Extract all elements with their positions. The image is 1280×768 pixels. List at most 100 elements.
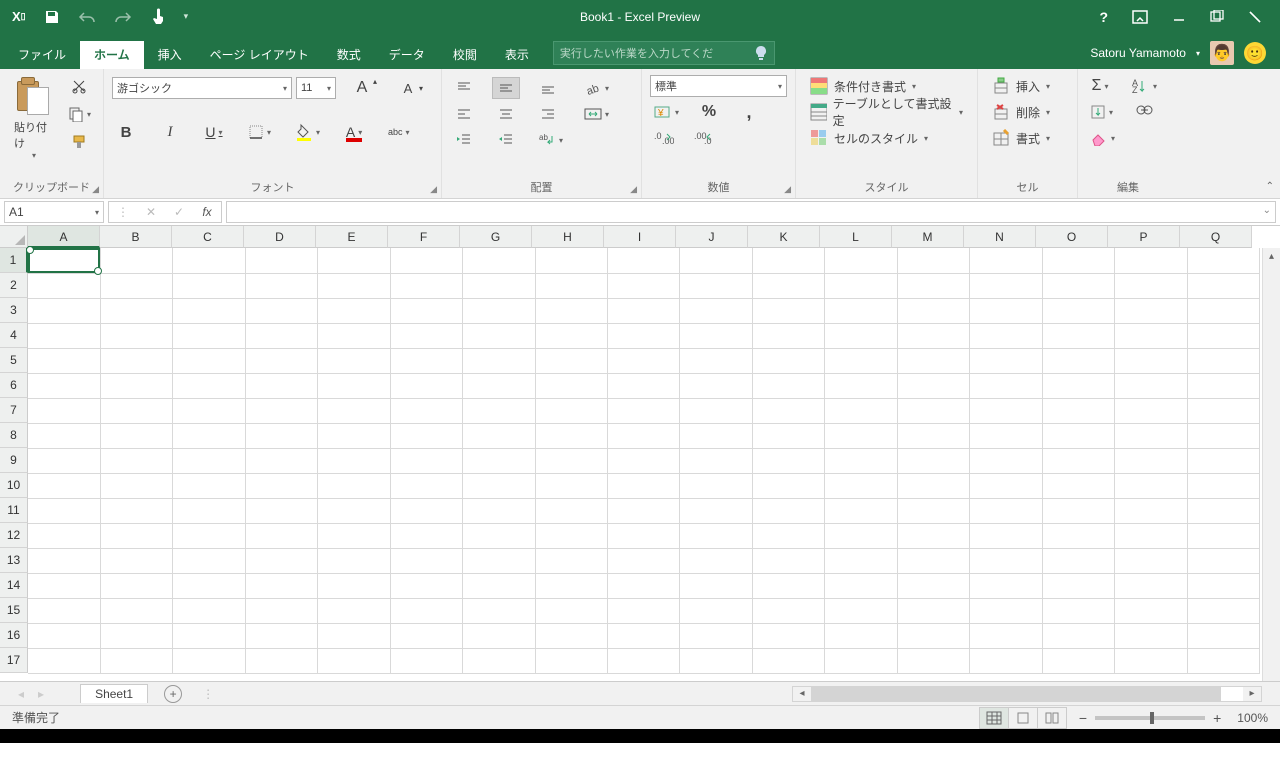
cell[interactable] (100, 523, 172, 548)
cell[interactable] (897, 548, 969, 573)
orientation-button[interactable]: ab (580, 77, 613, 99)
cell[interactable] (100, 298, 172, 323)
cell[interactable] (1187, 448, 1260, 473)
cell[interactable] (390, 273, 462, 298)
sheet-nav-prev-icon[interactable]: ◂ (18, 687, 24, 701)
underline-button[interactable]: U (200, 121, 228, 143)
cell[interactable] (318, 273, 390, 298)
cell[interactable] (608, 523, 680, 548)
merge-center-button[interactable] (580, 103, 613, 125)
cell[interactable] (1115, 473, 1187, 498)
cell[interactable] (173, 323, 245, 348)
row-header[interactable]: 11 (0, 498, 28, 523)
cell[interactable] (245, 298, 317, 323)
cell[interactable] (245, 373, 317, 398)
cell[interactable] (245, 448, 317, 473)
copy-button[interactable] (64, 103, 95, 125)
cell[interactable] (680, 323, 752, 348)
cell[interactable] (1042, 598, 1114, 623)
normal-view-button[interactable] (979, 707, 1009, 729)
column-header[interactable]: C (172, 226, 244, 248)
cell[interactable] (463, 373, 535, 398)
cell[interactable] (1042, 448, 1114, 473)
enter-icon[interactable]: ✓ (165, 202, 193, 222)
cell[interactable] (1042, 548, 1114, 573)
cell[interactable] (1187, 498, 1260, 523)
cell[interactable] (1042, 473, 1114, 498)
cell[interactable] (1115, 498, 1187, 523)
cell[interactable] (535, 548, 607, 573)
cell[interactable] (752, 373, 824, 398)
cell[interactable] (1042, 298, 1114, 323)
cell[interactable] (173, 598, 245, 623)
cell[interactable] (28, 473, 100, 498)
cell[interactable] (245, 273, 317, 298)
row-header[interactable]: 1 (0, 248, 28, 273)
cell[interactable] (173, 523, 245, 548)
cell[interactable] (680, 348, 752, 373)
cell[interactable] (1187, 248, 1260, 273)
autosum-button[interactable]: Σ (1086, 75, 1114, 97)
decrease-decimal-button[interactable]: .00.0 (690, 127, 718, 149)
cell[interactable] (245, 398, 317, 423)
cell[interactable] (100, 248, 172, 273)
cell[interactable] (463, 598, 535, 623)
cell[interactable] (535, 273, 607, 298)
qat-customize-icon[interactable]: ▾ (184, 11, 189, 22)
cell[interactable] (897, 348, 969, 373)
cell[interactable] (752, 473, 824, 498)
cell[interactable] (100, 573, 172, 598)
column-header[interactable]: N (964, 226, 1036, 248)
sort-filter-button[interactable]: AZ (1128, 75, 1161, 97)
cell[interactable] (752, 323, 824, 348)
cell[interactable] (28, 298, 100, 323)
cell[interactable] (608, 423, 680, 448)
cell[interactable] (752, 298, 824, 323)
cell[interactable] (28, 648, 100, 673)
cell[interactable] (752, 598, 824, 623)
cell[interactable] (825, 448, 897, 473)
cell[interactable] (825, 298, 897, 323)
font-color-button[interactable]: A (340, 121, 368, 143)
cell[interactable] (1115, 648, 1187, 673)
cell[interactable] (608, 598, 680, 623)
cell[interactable] (463, 348, 535, 373)
row-header[interactable]: 8 (0, 423, 28, 448)
cell[interactable] (390, 398, 462, 423)
cell[interactable] (245, 248, 317, 273)
cell[interactable] (390, 448, 462, 473)
cell[interactable] (1042, 498, 1114, 523)
cell[interactable] (1187, 623, 1260, 648)
cell[interactable] (535, 448, 607, 473)
cell[interactable] (970, 498, 1042, 523)
name-box[interactable]: A1▾ (4, 201, 104, 223)
decrease-indent-button[interactable] (450, 129, 478, 151)
ribbon-display-options-icon[interactable] (1132, 10, 1148, 24)
cell[interactable] (970, 298, 1042, 323)
cell[interactable] (608, 248, 680, 273)
column-header[interactable]: D (244, 226, 316, 248)
cell[interactable] (897, 623, 969, 648)
cell[interactable] (390, 348, 462, 373)
zoom-in-button[interactable]: + (1213, 710, 1221, 726)
accounting-format-button[interactable]: ¥ (650, 101, 683, 123)
cell[interactable] (680, 448, 752, 473)
cell[interactable] (970, 348, 1042, 373)
cell[interactable] (1115, 598, 1187, 623)
cell[interactable] (752, 273, 824, 298)
clipboard-launcher-icon[interactable]: ◢ (92, 184, 99, 195)
cell[interactable] (1115, 323, 1187, 348)
find-select-button[interactable] (1131, 101, 1159, 123)
cell[interactable] (100, 498, 172, 523)
row-header[interactable]: 3 (0, 298, 28, 323)
cell[interactable] (28, 398, 100, 423)
italic-button[interactable]: I (156, 121, 184, 143)
sheet-tab[interactable]: Sheet1 (80, 684, 148, 703)
tab-formulas[interactable]: 数式 (323, 41, 375, 69)
cell[interactable] (825, 348, 897, 373)
cell[interactable] (752, 498, 824, 523)
align-center-button[interactable] (492, 103, 520, 125)
cell[interactable] (1042, 398, 1114, 423)
cell[interactable] (825, 248, 897, 273)
select-all-corner[interactable] (0, 226, 28, 248)
